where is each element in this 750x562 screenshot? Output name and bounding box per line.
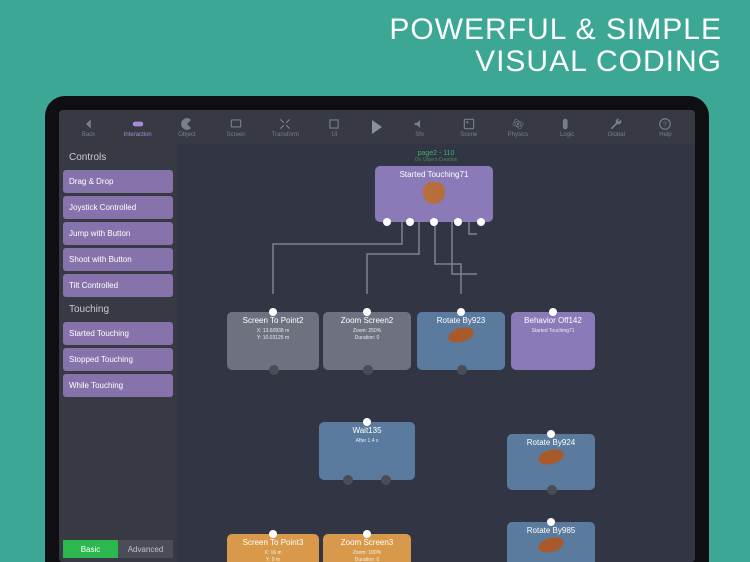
sidebar-item-joystick[interactable]: Joystick Controlled [63, 196, 173, 219]
sidebar-item-stopped-touching[interactable]: Stopped Touching [63, 348, 173, 371]
bean-icon [447, 325, 476, 345]
tab-logic[interactable]: Logic [544, 110, 591, 144]
tab-transform[interactable]: Transform [262, 110, 309, 144]
node-canvas[interactable]: page2 - 110 On Object Creation [177, 144, 695, 562]
headline-line-2: VISUAL CODING [389, 46, 722, 78]
sidebar: Controls Drag & Drop Joystick Controlled… [59, 144, 177, 562]
sidebar-item-started-touching[interactable]: Started Touching [63, 322, 173, 345]
node-wait-135[interactable]: Wait135 After 1.4 s [319, 422, 415, 480]
node-rotate-by-924[interactable]: Rotate By924 [507, 434, 595, 490]
node-behavior-off-142[interactable]: Behavior Off142 Started Touching71 [511, 312, 595, 370]
node-rotate-by-985[interactable]: Rotate By985 [507, 522, 595, 562]
image-icon [462, 117, 476, 131]
node-started-touching[interactable]: Started Touching71 [375, 166, 493, 222]
sprite-icon [423, 182, 445, 204]
node-screen-to-point-2[interactable]: Screen To Point2 X: 13.60938 m Y: 10.031… [227, 312, 319, 370]
tab-interaction[interactable]: Interaction [114, 110, 161, 144]
sfx-icon [413, 117, 427, 131]
tab-scene[interactable]: Scene [445, 110, 492, 144]
bean-icon [537, 447, 566, 467]
wrench-icon [609, 117, 623, 131]
back-button[interactable]: Back [65, 110, 112, 144]
app-screen: Back Interaction Object Screen Transform [59, 110, 695, 562]
tab-object[interactable]: Object [163, 110, 210, 144]
sidebar-tab-basic[interactable]: Basic [63, 540, 118, 558]
brain-icon [560, 117, 574, 131]
node-zoom-screen-3[interactable]: Zoom Screen3 Zoom: 100% Duration: 0 [323, 534, 411, 562]
sidebar-item-tilt[interactable]: Tilt Controlled [63, 274, 173, 297]
sidebar-item-drag-drop[interactable]: Drag & Drop [63, 170, 173, 193]
node-screen-to-point-3[interactable]: Screen To Point3 X: 16 m Y: 9 m [227, 534, 319, 562]
sidebar-tab-advanced[interactable]: Advanced [118, 540, 173, 558]
svg-text:?: ? [664, 121, 668, 128]
tablet-frame: Back Interaction Object Screen Transform [45, 96, 709, 562]
tab-ui[interactable]: UI [311, 110, 358, 144]
sidebar-item-shoot[interactable]: Shoot with Button [63, 248, 173, 271]
page-label: page2 - 110 On Object Creation [415, 150, 458, 163]
sidebar-item-while-touching[interactable]: While Touching [63, 374, 173, 397]
tab-global[interactable]: Global [593, 110, 640, 144]
back-icon [82, 117, 96, 131]
tab-physics[interactable]: Physics [494, 110, 541, 144]
expand-icon [278, 117, 292, 131]
node-rotate-by-923[interactable]: Rotate By923 [417, 312, 505, 370]
bean-icon [537, 535, 566, 555]
top-toolbar: Back Interaction Object Screen Transform [59, 110, 695, 144]
help-button[interactable]: ? Help [642, 110, 689, 144]
ui-icon [327, 117, 341, 131]
gamepad-icon [131, 117, 145, 131]
sidebar-heading-touching: Touching [63, 300, 173, 319]
atom-icon [511, 117, 525, 131]
sidebar-mode-tabs: Basic Advanced [63, 540, 173, 558]
tab-screen[interactable]: Screen [213, 110, 260, 144]
headline-line-1: POWERFUL & SIMPLE [389, 14, 722, 46]
sidebar-heading-controls: Controls [63, 148, 173, 167]
sidebar-item-jump[interactable]: Jump with Button [63, 222, 173, 245]
help-icon: ? [658, 117, 672, 131]
screen-icon [229, 117, 243, 131]
marketing-headline: POWERFUL & SIMPLE VISUAL CODING [389, 14, 722, 78]
tab-sfx[interactable]: Sfx [396, 110, 443, 144]
node-zoom-screen-2[interactable]: Zoom Screen2 Zoom: 250% Duration: 0 [323, 312, 411, 370]
pacman-icon [180, 117, 194, 131]
play-button[interactable] [372, 120, 382, 134]
